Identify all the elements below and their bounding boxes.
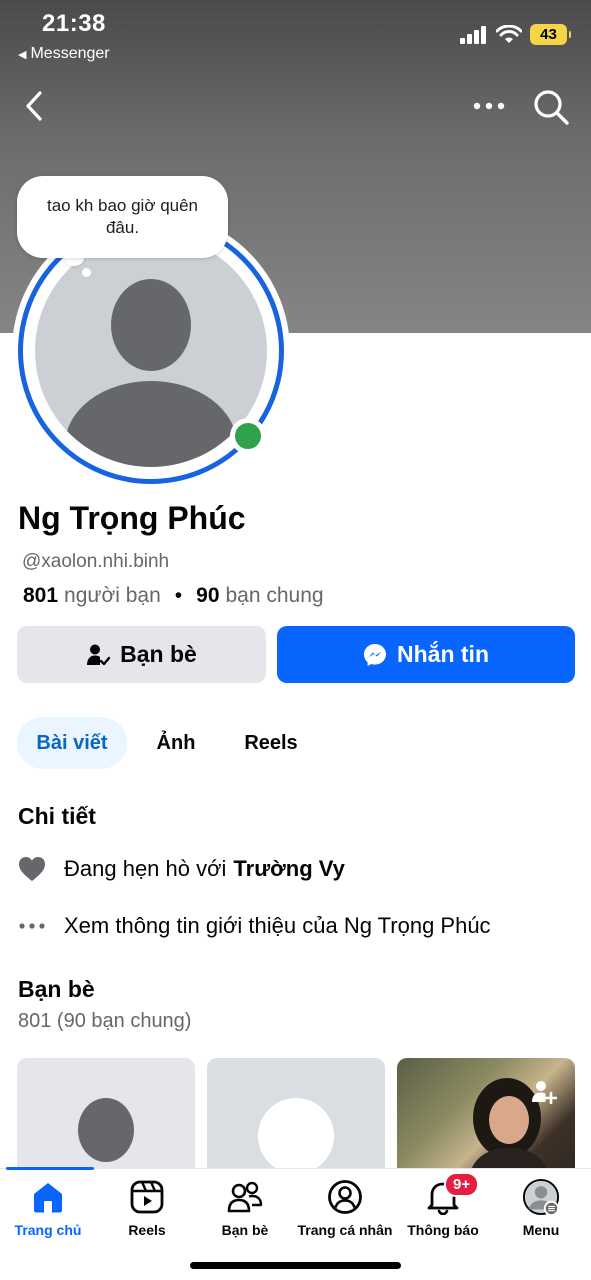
status-time: 21:38 (42, 10, 106, 37)
signal-icon (460, 25, 486, 44)
friend-check-icon (87, 644, 111, 665)
active-tab-indicator (6, 1167, 94, 1170)
message-button-label: Nhắn tin (397, 641, 489, 667)
relationship-partner[interactable]: Trường Vy (233, 856, 344, 882)
friends-section-title: Bạn bè (18, 976, 95, 1002)
about-link-label: Xem thông tin giới thiệu của Ng Trọng Ph… (64, 913, 491, 938)
note-text: tao kh bao giờ quên đâu. (46, 196, 199, 237)
battery-icon: 43 (530, 24, 571, 45)
battery-level: 43 (540, 26, 557, 43)
tab-posts[interactable]: Bài viết (17, 717, 127, 769)
reels-icon (128, 1178, 166, 1216)
tab-reels[interactable]: Reels (228, 717, 314, 769)
nav-reels[interactable]: Reels (99, 1178, 195, 1244)
friends-button-label: Bạn bè (120, 641, 197, 667)
home-icon (29, 1178, 67, 1216)
nav-notifications[interactable]: 9+ Thông báo (395, 1172, 491, 1244)
back-chevron-icon[interactable] (22, 90, 48, 122)
nav-menu-label: Menu (522, 1222, 560, 1238)
details-title: Chi tiết (18, 803, 96, 829)
nav-menu[interactable]: Menu (493, 1178, 589, 1244)
friends-icon (226, 1178, 264, 1216)
profile-name: Ng Trọng Phúc (18, 500, 246, 536)
profile-note-bubble[interactable]: tao kh bao giờ quên đâu. (17, 176, 228, 258)
nav-notifications-label: Thông báo (407, 1222, 479, 1238)
wifi-icon (496, 24, 522, 43)
friends-count: 801 (23, 584, 59, 607)
profile-icon (326, 1178, 364, 1216)
messenger-icon (364, 643, 386, 666)
back-to-app-link[interactable]: ◀ Messenger (18, 45, 110, 63)
search-icon[interactable] (532, 88, 570, 126)
more-dots-icon (18, 912, 46, 940)
status-icons: 43 (460, 24, 571, 45)
friends-label: người bạn (64, 584, 161, 607)
counts-separator: • (174, 584, 183, 607)
nav-reels-label: Reels (128, 1222, 166, 1238)
more-icon[interactable] (470, 92, 508, 120)
bell-icon: 9+ (424, 1172, 480, 1216)
back-triangle-icon: ◀ (18, 48, 27, 61)
back-app-label: Messenger (30, 45, 110, 62)
notification-badge: 9+ (444, 1172, 480, 1197)
friends-button[interactable]: Bạn bè (17, 626, 266, 683)
tab-photos[interactable]: Ảnh (140, 717, 212, 769)
home-indicator (190, 1262, 401, 1269)
friend-counts[interactable]: 801 người bạn • 90 bạn chung (23, 584, 324, 608)
relationship-prefix: Đang hẹn hò với (64, 856, 227, 881)
about-link-row[interactable]: Xem thông tin giới thiệu của Ng Trọng Ph… (18, 912, 491, 940)
nav-profile[interactable]: Trang cá nhân (297, 1178, 393, 1244)
nav-home-label: Trang chủ (14, 1222, 82, 1238)
nav-profile-label: Trang cá nhân (297, 1222, 393, 1238)
friends-section-subtitle: 801 (90 bạn chung) (18, 1010, 192, 1032)
mutual-label: bạn chung (225, 584, 324, 607)
online-status-dot (230, 418, 266, 454)
nav-home[interactable]: Trang chủ (0, 1178, 96, 1244)
profile-username: @xaolon.nhi.binh (22, 551, 170, 572)
nav-friends-label: Bạn bè (221, 1222, 269, 1238)
menu-avatar-icon (522, 1178, 560, 1216)
mutual-count: 90 (196, 584, 220, 607)
relationship-row[interactable]: Đang hẹn hò với Trường Vy (18, 855, 345, 883)
note-tail-dot (82, 268, 91, 277)
nav-friends[interactable]: Bạn bè (197, 1178, 293, 1244)
heart-icon (18, 855, 46, 883)
message-button[interactable]: Nhắn tin (277, 626, 575, 683)
add-friend-icon[interactable] (531, 1080, 557, 1104)
